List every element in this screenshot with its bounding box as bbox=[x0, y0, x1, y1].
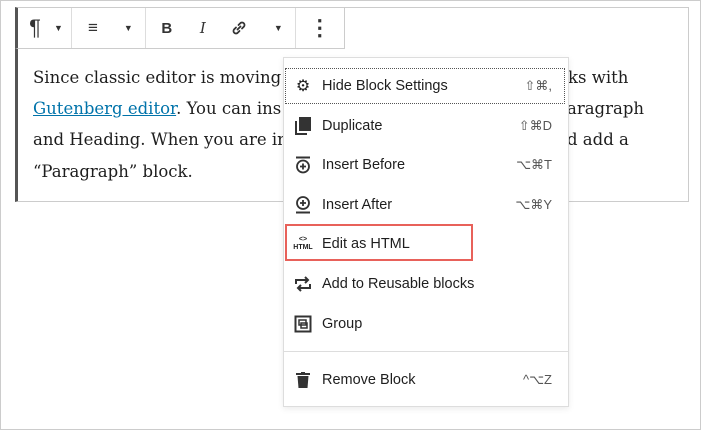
bold-button[interactable]: B bbox=[158, 20, 176, 37]
label: Duplicate bbox=[322, 118, 383, 134]
menu-item-hide-block-settings[interactable]: ⚙ Hide Block Settings ⇧⌘, bbox=[285, 68, 565, 104]
label: Hide Block Settings bbox=[322, 78, 448, 94]
reusable-icon bbox=[292, 276, 314, 292]
duplicate-icon bbox=[292, 117, 314, 135]
shortcut: ^⌥Z bbox=[522, 372, 552, 387]
menu-item-insert-after[interactable]: Insert After ⌥⌘Y bbox=[286, 188, 564, 222]
text-line: d add a bbox=[567, 130, 629, 149]
label: Add to Reusable blocks bbox=[322, 276, 475, 292]
group-icon bbox=[292, 315, 314, 333]
italic-button[interactable]: I bbox=[194, 19, 212, 37]
link-icon[interactable] bbox=[230, 19, 248, 37]
more-options-icon[interactable]: ⋮ bbox=[309, 15, 331, 41]
menu-item-remove-block[interactable]: Remove Block ^⌥Z bbox=[286, 363, 564, 397]
menu-item-duplicate[interactable]: Duplicate ⇧⌘D bbox=[286, 109, 564, 143]
highlight-box bbox=[285, 224, 473, 261]
insert-before-icon bbox=[292, 156, 314, 174]
block-toolbar: ¶ ▼ ≡ ▼ B I ▼ ⋮ bbox=[15, 7, 345, 49]
label: Insert After bbox=[322, 197, 393, 213]
gear-icon: ⚙ bbox=[295, 78, 311, 95]
paragraph-icon[interactable]: ¶ bbox=[26, 15, 44, 41]
insert-after-icon bbox=[292, 196, 314, 214]
menu-item-add-to-reusable-blocks[interactable]: Add to Reusable blocks bbox=[286, 267, 564, 301]
shortcut: ⇧⌘D bbox=[518, 118, 552, 133]
menu-separator bbox=[284, 351, 568, 352]
trash-icon bbox=[292, 372, 314, 388]
chevron-down-icon[interactable]: ▼ bbox=[124, 23, 133, 33]
text-line: ks with bbox=[568, 68, 629, 87]
text-line: Since classic editor is moving bbox=[33, 68, 282, 87]
shortcut: ⇧⌘, bbox=[524, 78, 552, 93]
shortcut: ⌥⌘T bbox=[516, 157, 552, 172]
menu-item-group[interactable]: Group bbox=[286, 307, 564, 341]
text-line: “Paragraph” block. bbox=[33, 162, 193, 181]
chevron-down-icon[interactable]: ▼ bbox=[274, 23, 283, 33]
label: Remove Block bbox=[322, 372, 416, 388]
text: . You can ins bbox=[176, 99, 282, 118]
label: Insert Before bbox=[322, 157, 406, 173]
text-line: aragraph bbox=[567, 99, 645, 118]
shortcut: ⌥⌘Y bbox=[515, 197, 552, 212]
text-line: and Heading. When you are in bbox=[33, 130, 288, 149]
text-line: Gutenberg editor. You can ins bbox=[33, 99, 281, 119]
label: Group bbox=[322, 316, 363, 332]
chevron-down-icon[interactable]: ▼ bbox=[54, 23, 63, 33]
align-left-icon[interactable]: ≡ bbox=[84, 18, 102, 38]
menu-item-insert-before[interactable]: Insert Before ⌥⌘T bbox=[286, 148, 564, 182]
gutenberg-link[interactable]: Gutenberg editor bbox=[33, 99, 176, 118]
